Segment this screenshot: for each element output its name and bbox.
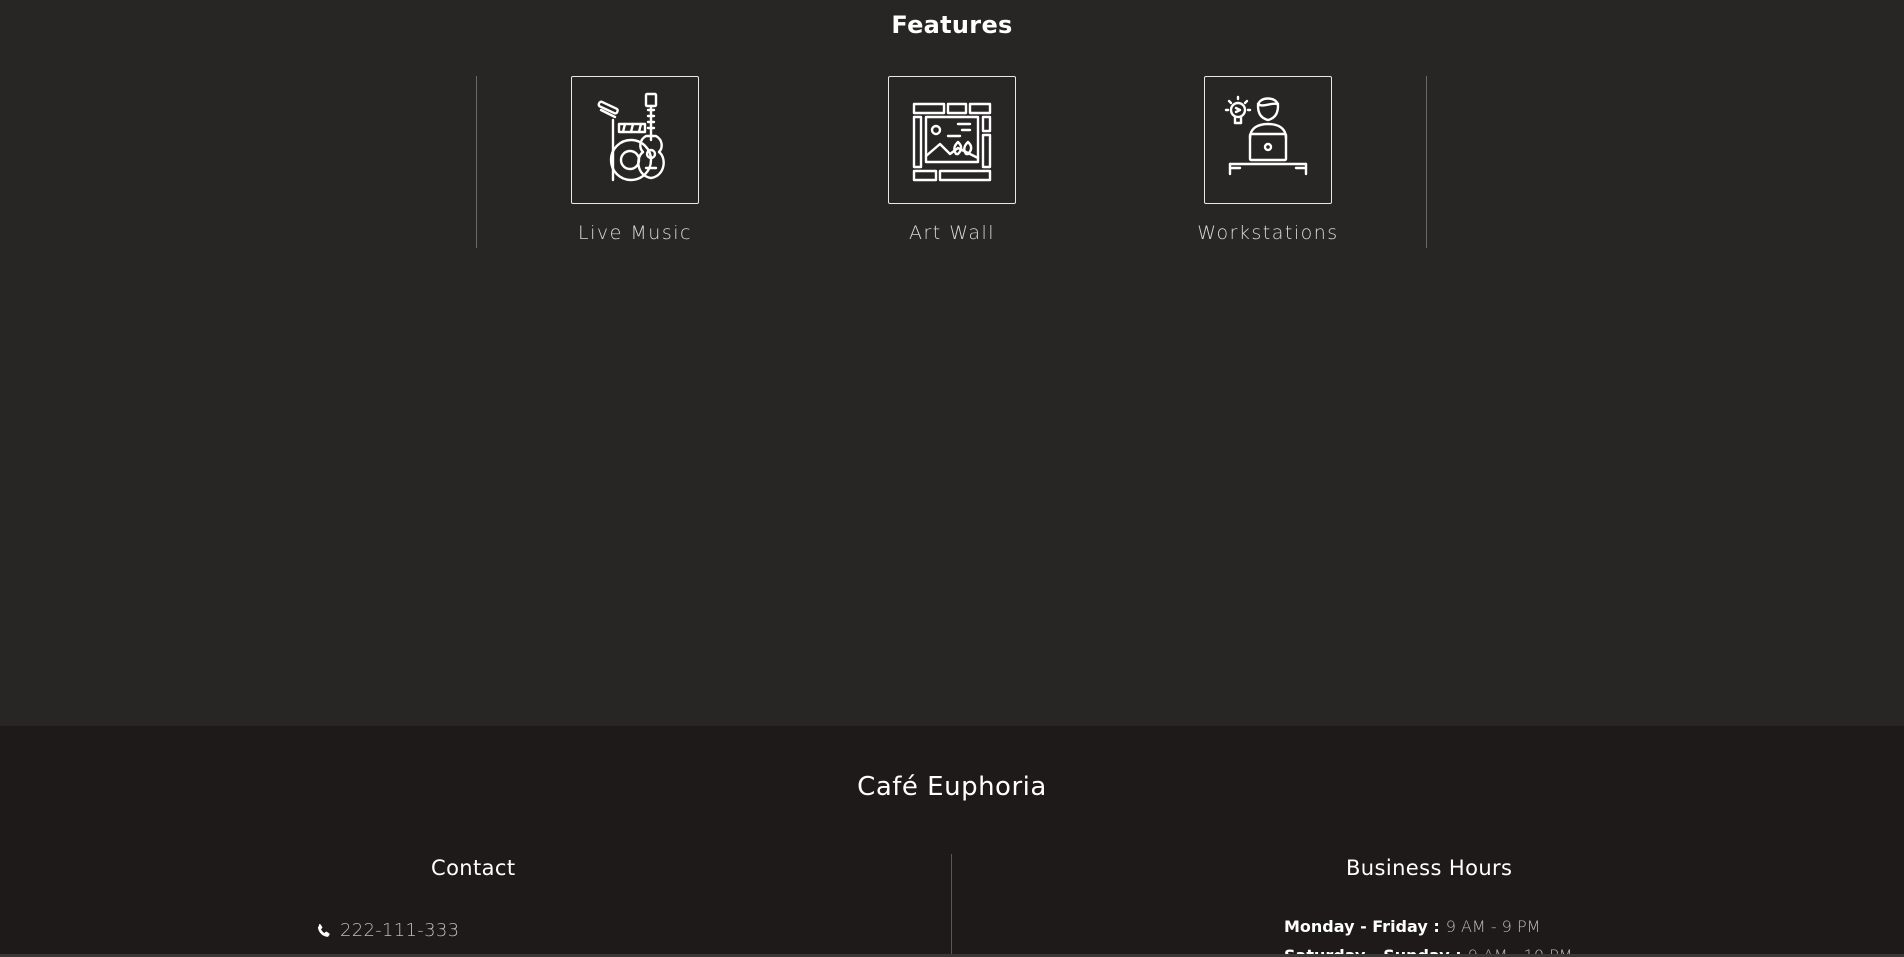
hours-row-weekdays: Monday - Friday : 9 AM - 9 PM	[1284, 917, 1540, 936]
feature-workstations-box	[1204, 76, 1332, 204]
hours-day: Monday - Friday :	[1284, 917, 1440, 936]
feature-workstations-label: Workstations	[1197, 222, 1339, 244]
art-wall-icon	[912, 102, 992, 182]
feature-live-music-box	[571, 76, 699, 204]
business-hours-title: Business Hours	[1346, 856, 1513, 880]
feature-art-wall: Art Wall	[888, 76, 1016, 244]
features-left-divider	[476, 76, 477, 248]
feature-art-wall-box	[888, 76, 1016, 204]
phone-icon	[316, 923, 332, 939]
footer-divider	[951, 854, 952, 957]
feature-live-music-label: Live Music	[578, 222, 692, 244]
hours-time: 9 AM - 9 PM	[1445, 917, 1541, 936]
music-instruments-icon	[597, 92, 665, 182]
feature-workstations: Workstations	[1197, 76, 1337, 244]
features-right-divider	[1426, 76, 1427, 248]
features-title: Features	[891, 11, 1013, 39]
features-section: Features Live Music Art Wall Workstation…	[0, 0, 1904, 726]
contact-title: Contact	[431, 856, 516, 880]
page: Features Live Music Art Wall Workstation…	[0, 0, 1904, 957]
brand-name: Café Euphoria	[857, 772, 1047, 802]
phone-number: 222-111-333	[340, 920, 460, 941]
feature-art-wall-label: Art Wall	[908, 222, 996, 244]
feature-live-music: Live Music	[571, 76, 699, 244]
workstation-icon	[1224, 95, 1308, 176]
contact-phone[interactable]: 222-111-333	[316, 920, 459, 941]
footer: Café Euphoria Contact Business Hours 222…	[0, 726, 1904, 957]
